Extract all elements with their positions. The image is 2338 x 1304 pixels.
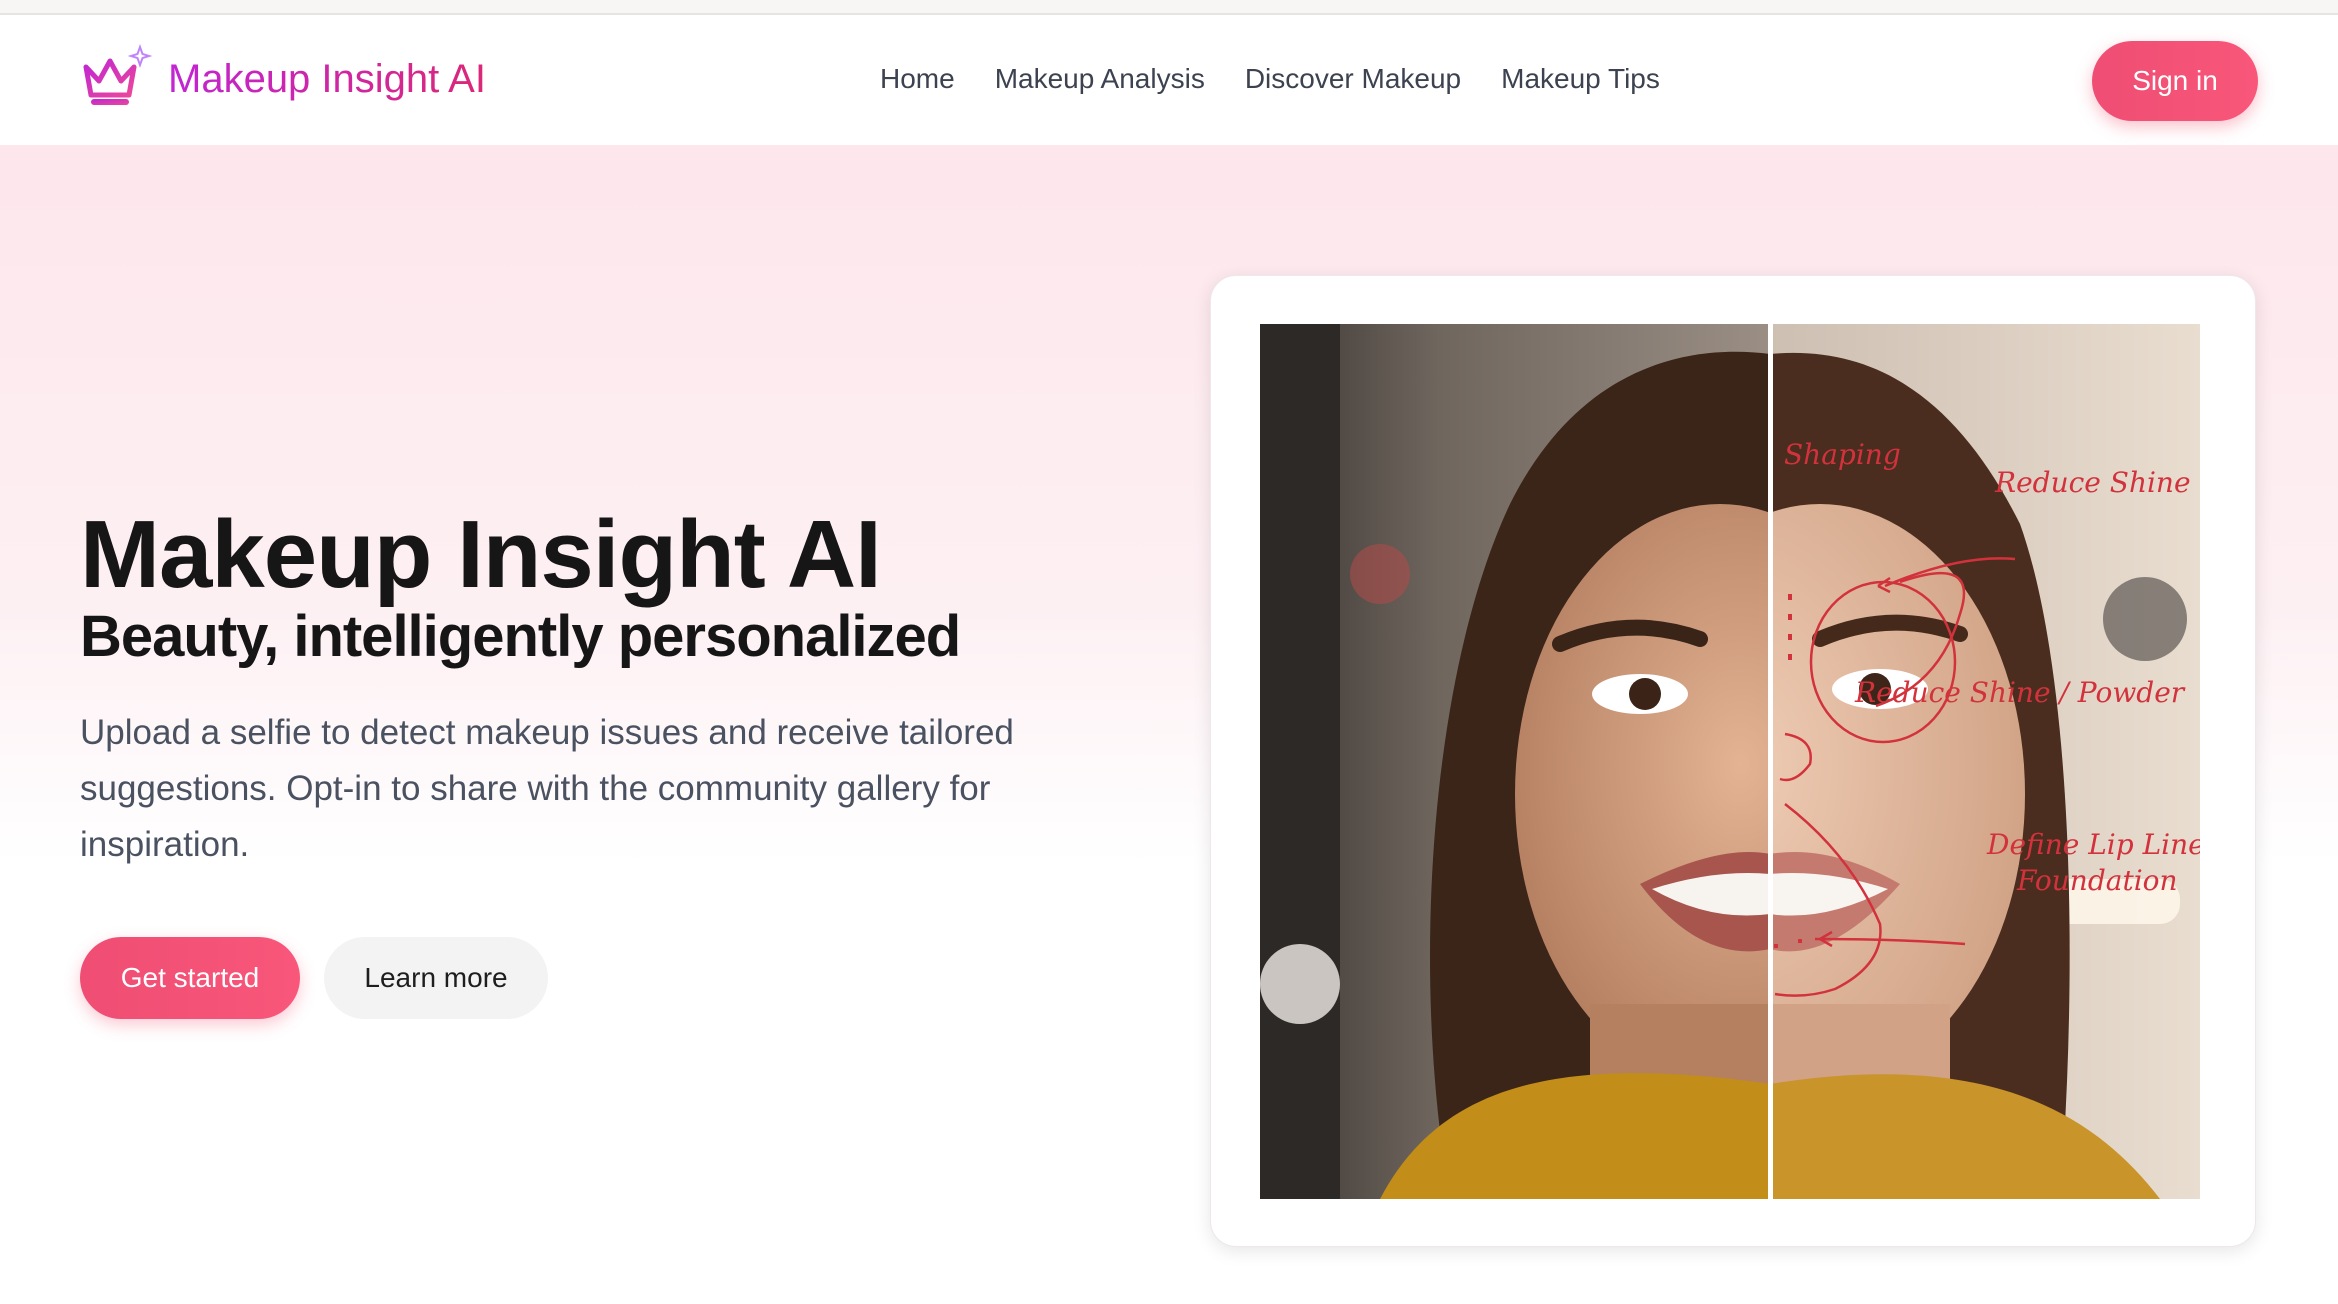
annotation-reduce-shine-powder: Reduce Shine / Powder — [1854, 676, 2186, 709]
main-nav: Home Makeup Analysis Discover Makeup Mak… — [880, 63, 1660, 95]
hero-description: Upload a selfie to detect makeup issues … — [80, 713, 1014, 864]
nav-home[interactable]: Home — [880, 63, 955, 95]
browser-top-strip — [0, 0, 2338, 15]
face-comparison-illustration: Shaping Reduce Shine Reduce Shine / Powd… — [1260, 324, 2200, 1199]
annotation-define-lip-line: Define Lip Line — [1986, 828, 2200, 861]
nav-discover-makeup[interactable]: Discover Makeup — [1245, 63, 1461, 95]
sign-in-button[interactable]: Sign in — [2092, 41, 2258, 121]
crown-sparkle-icon — [83, 44, 152, 105]
site-header: Makeup Insight AI Home Makeup Analysis D… — [0, 15, 2338, 145]
get-started-button[interactable]: Get started — [80, 937, 300, 1019]
hero-title: Makeup Insight AI — [80, 501, 882, 608]
nav-makeup-analysis[interactable]: Makeup Analysis — [995, 63, 1205, 95]
brand-name: Makeup Insight AI — [168, 56, 486, 101]
before-after-face-image: Shaping Reduce Shine Reduce Shine / Powd… — [1260, 324, 2200, 1199]
hero-subtitle: Beauty, intelligently personalized — [80, 604, 961, 669]
annotation-foundation: Foundation — [2016, 864, 2178, 897]
learn-more-button[interactable]: Learn more — [324, 937, 548, 1019]
hero-section: Makeup Insight AI Beauty, intelligently … — [0, 145, 2338, 1304]
hero-image-card: Shaping Reduce Shine Reduce Shine / Powd… — [1210, 275, 2256, 1247]
brand-link[interactable]: Makeup Insight AI — [80, 39, 486, 119]
annotation-shaping: Shaping — [1784, 438, 1901, 471]
annotation-reduce-shine: Reduce Shine — [1994, 466, 2191, 499]
nav-makeup-tips[interactable]: Makeup Tips — [1501, 63, 1660, 95]
